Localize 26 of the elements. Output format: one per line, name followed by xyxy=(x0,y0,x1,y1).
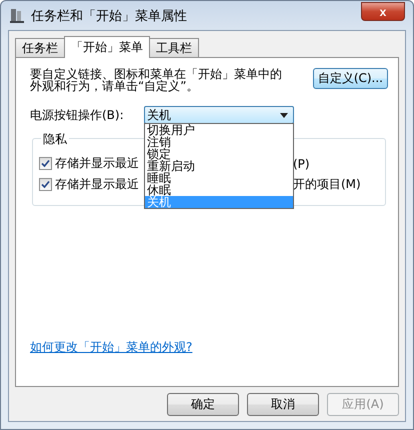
tab[interactable]: 「开始」菜单 xyxy=(64,36,150,58)
checkbox-label: 存储并显示最近 xyxy=(55,156,139,170)
dropdown-option[interactable]: 重新启动 xyxy=(145,160,293,172)
dropdown-option[interactable]: 休眠 xyxy=(145,184,293,196)
checkbox-label: (P) xyxy=(293,156,310,170)
dialog-button[interactable]: 确定 xyxy=(167,393,239,416)
dropdown-caret-icon xyxy=(280,112,288,118)
power-button-label: 电源按钮操作(B): xyxy=(30,106,125,124)
description-text: 要自定义链接、图标和菜单在「开始」菜单中的外观和行为，请单击“自定义”。 xyxy=(30,68,283,92)
group-title: 隐私 xyxy=(41,131,69,148)
help-link[interactable]: 如何更改「开始」菜单的外观? xyxy=(30,339,192,356)
power-action-dropdown[interactable]: 关机 xyxy=(144,106,294,124)
dialog-button[interactable]: 取消 xyxy=(247,393,319,416)
dropdown-option[interactable]: 注销 xyxy=(145,136,293,148)
window-title: 任务栏和「开始」菜单属性 xyxy=(31,8,188,24)
dropdown-option[interactable]: 锁定 xyxy=(145,148,293,160)
checkbox[interactable] xyxy=(39,157,52,170)
checkbox-label: 开的项目(M) xyxy=(293,176,361,193)
dropdown-option[interactable]: 切换用户 xyxy=(145,124,293,136)
checkbox-label: 存储并显示最近 xyxy=(55,177,139,191)
close-button[interactable]: x xyxy=(361,2,405,21)
customize-button[interactable]: 自定义(C)... xyxy=(312,68,388,89)
checkbox[interactable] xyxy=(39,178,52,191)
tab[interactable]: 工具栏 xyxy=(149,38,199,57)
tab[interactable]: 任务栏 xyxy=(15,38,65,57)
dropdown-option[interactable]: 睡眠 xyxy=(145,172,293,184)
